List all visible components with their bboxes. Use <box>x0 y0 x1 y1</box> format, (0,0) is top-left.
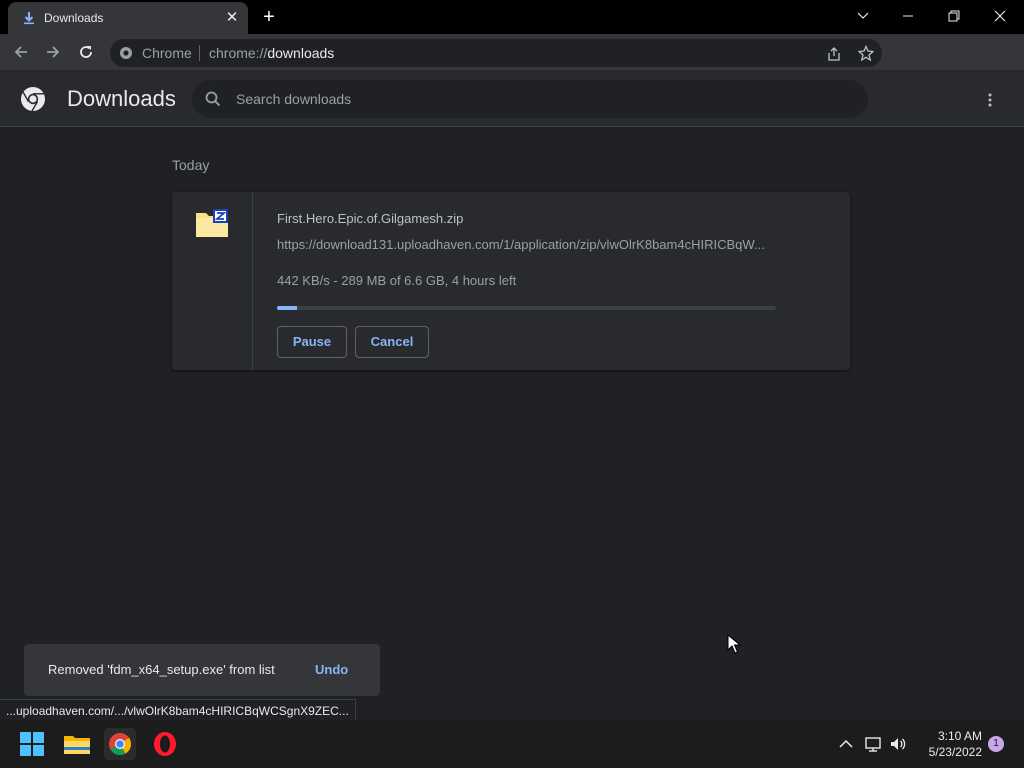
search-downloads-box[interactable] <box>192 80 868 118</box>
omnibox-separator <box>199 45 200 61</box>
restore-icon[interactable] <box>940 4 968 28</box>
toast-message: Removed 'fdm_x64_setup.exe' from list <box>48 662 275 677</box>
back-icon[interactable] <box>11 42 31 62</box>
download-item: First.Hero.Epic.of.Gilgamesh.zip https:/… <box>172 192 850 370</box>
close-window-icon[interactable] <box>986 4 1014 28</box>
network-icon[interactable] <box>864 734 884 754</box>
file-explorer-icon[interactable] <box>61 728 93 760</box>
link-status-bubble: ...uploadhaven.com/.../vlwOlrK8bam4cHIRI… <box>0 699 356 721</box>
show-hidden-icons-chevron-up-icon[interactable] <box>836 734 856 754</box>
url-text: chrome://downloads <box>209 45 335 61</box>
tab-title: Downloads <box>44 11 104 25</box>
opera-icon[interactable] <box>149 728 181 760</box>
removed-toast: Removed 'fdm_x64_setup.exe' from list Un… <box>24 644 380 696</box>
pause-button[interactable]: Pause <box>277 326 347 358</box>
browser-toolbar: Chrome chrome://downloads <box>0 34 1024 93</box>
tab-close-icon[interactable]: ✕ <box>224 10 240 26</box>
cancel-button[interactable]: Cancel <box>355 326 429 358</box>
address-bar[interactable]: Chrome chrome://downloads <box>110 39 882 67</box>
download-status: 442 KB/s - 289 MB of 6.6 GB, 4 hours lef… <box>277 273 517 288</box>
bookmark-star-icon[interactable] <box>858 45 874 61</box>
page-title: Downloads <box>67 86 176 111</box>
chrome-icon[interactable] <box>104 728 136 760</box>
downloads-header: Downloads <box>0 70 1024 127</box>
taskbar: 3:10 AM 5/23/2022 1 <box>0 720 1024 768</box>
notification-badge[interactable]: 1 <box>988 736 1004 752</box>
tab-search-icon[interactable] <box>849 4 877 28</box>
date-group-label: Today <box>172 157 210 173</box>
new-tab-icon[interactable]: + <box>259 7 279 28</box>
clock[interactable]: 3:10 AM 5/23/2022 <box>916 728 982 760</box>
undo-button[interactable]: Undo <box>315 662 348 677</box>
progress-fill <box>277 306 297 310</box>
clock-time: 3:10 AM <box>937 729 982 743</box>
chrome-site-icon <box>120 47 132 59</box>
search-input[interactable] <box>236 89 836 109</box>
tab-downloads[interactable]: Downloads ✕ <box>8 2 248 34</box>
clock-date: 5/23/2022 <box>928 745 982 759</box>
progress-bar <box>277 306 776 310</box>
minimize-icon[interactable] <box>894 4 922 28</box>
search-icon <box>205 91 221 107</box>
file-url[interactable]: https://download131.uploadhaven.com/1/ap… <box>277 237 777 252</box>
tab-strip: Downloads ✕ + <box>0 0 1024 34</box>
forward-icon[interactable] <box>43 42 63 62</box>
chrome-logo-icon <box>21 87 45 112</box>
volume-icon[interactable] <box>888 734 908 754</box>
zip-file-icon <box>196 209 228 237</box>
download-icon <box>24 12 34 25</box>
share-icon[interactable] <box>826 46 842 62</box>
site-chip-label: Chrome <box>142 45 192 61</box>
item-divider <box>252 192 253 370</box>
more-vert-icon[interactable] <box>978 88 1002 112</box>
reload-icon[interactable] <box>76 42 96 62</box>
mouse-cursor-icon <box>727 634 741 654</box>
windows-start-icon[interactable] <box>16 728 48 760</box>
file-name[interactable]: First.Hero.Epic.of.Gilgamesh.zip <box>277 211 463 226</box>
